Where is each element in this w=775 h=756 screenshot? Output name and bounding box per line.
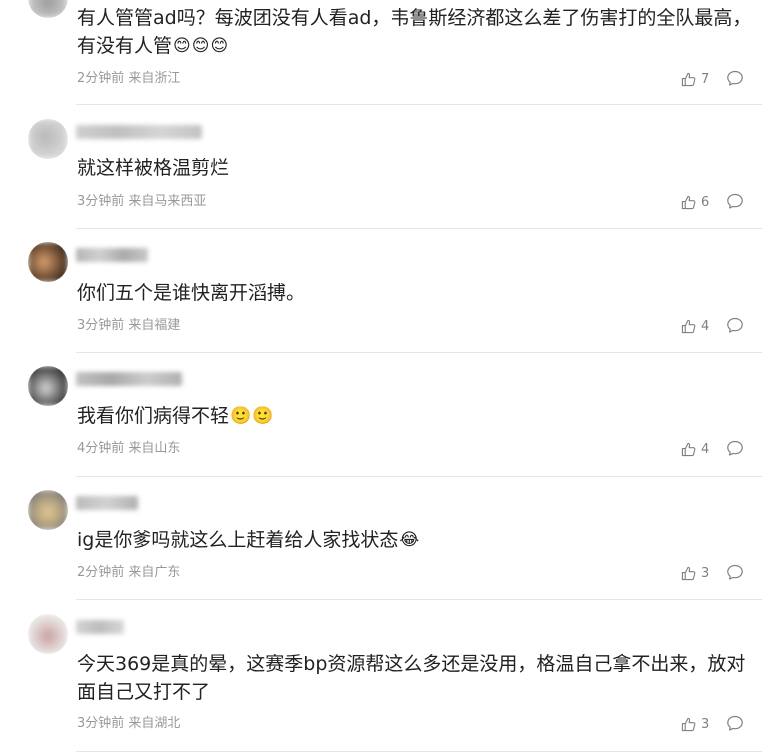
- thumbs-up-icon: [681, 319, 696, 333]
- thumbs-up-icon: [681, 442, 696, 456]
- divider: [76, 228, 762, 229]
- username[interactable]: [76, 248, 148, 262]
- avatar[interactable]: [28, 0, 68, 18]
- reply-icon[interactable]: [726, 192, 744, 210]
- comment-text: ig是你爹吗就这么上赶着给人家找状态😂: [77, 529, 420, 551]
- slight-smile-emoji: 🙂: [252, 406, 274, 426]
- username[interactable]: [76, 125, 202, 139]
- like-button[interactable]: 3: [681, 564, 709, 582]
- comment-meta: 3分钟前 来自湖北: [77, 716, 180, 732]
- reply-icon[interactable]: [726, 69, 744, 87]
- divider: [76, 352, 762, 353]
- username[interactable]: [76, 620, 124, 634]
- avatar[interactable]: [28, 614, 68, 654]
- comment-meta: 2分钟前 来自广东: [77, 565, 180, 581]
- reply-icon[interactable]: [726, 316, 744, 334]
- comment-time: 2分钟前: [77, 71, 125, 86]
- smile-emoji: 😊: [173, 36, 191, 56]
- laughing-emoji: 😂: [399, 530, 420, 550]
- like-count: 7: [701, 71, 710, 87]
- thumbs-up-icon: [681, 566, 696, 580]
- reply-icon[interactable]: [726, 714, 744, 732]
- comment-location: 来自山东: [128, 441, 181, 456]
- like-count: 6: [701, 194, 710, 210]
- comment-text: 你们五个是谁快离开滔搏。: [77, 282, 306, 304]
- thumbs-up-icon: [681, 195, 696, 209]
- comment-time: 4分钟前: [77, 441, 125, 456]
- smile-emoji: 😊: [210, 36, 229, 56]
- comment-time: 2分钟前: [77, 565, 125, 580]
- thumbs-up-icon: [681, 72, 696, 86]
- comment-time: 3分钟前: [77, 194, 125, 209]
- comment-location: 来自浙江: [128, 71, 181, 86]
- comment-time: 3分钟前: [77, 716, 125, 731]
- avatar[interactable]: [28, 366, 68, 406]
- like-button[interactable]: 4: [681, 440, 709, 458]
- comment-text: 今天369是真的晕，这赛季bp资源帮这么多还是没用，格温自己拿不出来，放对面自己…: [77, 653, 746, 703]
- like-button[interactable]: 3: [681, 715, 709, 733]
- comment-meta: 3分钟前 来自福建: [77, 318, 180, 334]
- comment-meta: 2分钟前 来自浙江: [77, 71, 180, 87]
- like-count: 4: [701, 318, 710, 334]
- divider: [76, 751, 762, 752]
- comment-meta: 4分钟前 来自山东: [77, 441, 180, 457]
- divider: [76, 599, 762, 600]
- comment-location: 来自马来西亚: [128, 194, 207, 209]
- comment-location: 来自广东: [128, 565, 181, 580]
- comment-text: 我看你们病得不轻🙂🙂: [77, 405, 274, 427]
- like-count: 4: [701, 441, 710, 457]
- divider: [76, 476, 762, 477]
- comment-meta: 3分钟前 来自马来西亚: [77, 194, 206, 210]
- avatar[interactable]: [28, 490, 68, 530]
- comment-text: 就这样被格温剪烂: [77, 157, 230, 179]
- like-count: 3: [701, 716, 710, 732]
- username[interactable]: [76, 496, 138, 510]
- reply-icon[interactable]: [726, 563, 744, 581]
- like-button[interactable]: 6: [681, 193, 709, 211]
- comment-text: 有人管管ad吗？每波团没有人看ad，韦鲁斯经济都这么差了伤害打的全队最高，有没有…: [77, 7, 752, 57]
- username[interactable]: [76, 372, 182, 386]
- smile-emoji: 😊: [191, 36, 210, 56]
- comment-location: 来自福建: [128, 318, 181, 333]
- like-count: 3: [701, 565, 710, 581]
- thumbs-up-icon: [681, 717, 696, 731]
- divider: [76, 104, 762, 105]
- avatar[interactable]: [28, 119, 68, 159]
- slight-smile-emoji: 🙂: [230, 406, 252, 426]
- comment-location: 来自湖北: [128, 716, 181, 731]
- like-button[interactable]: 7: [681, 70, 709, 88]
- reply-icon[interactable]: [726, 439, 744, 457]
- avatar[interactable]: [28, 242, 68, 282]
- like-button[interactable]: 4: [681, 317, 709, 335]
- comment-time: 3分钟前: [77, 318, 125, 333]
